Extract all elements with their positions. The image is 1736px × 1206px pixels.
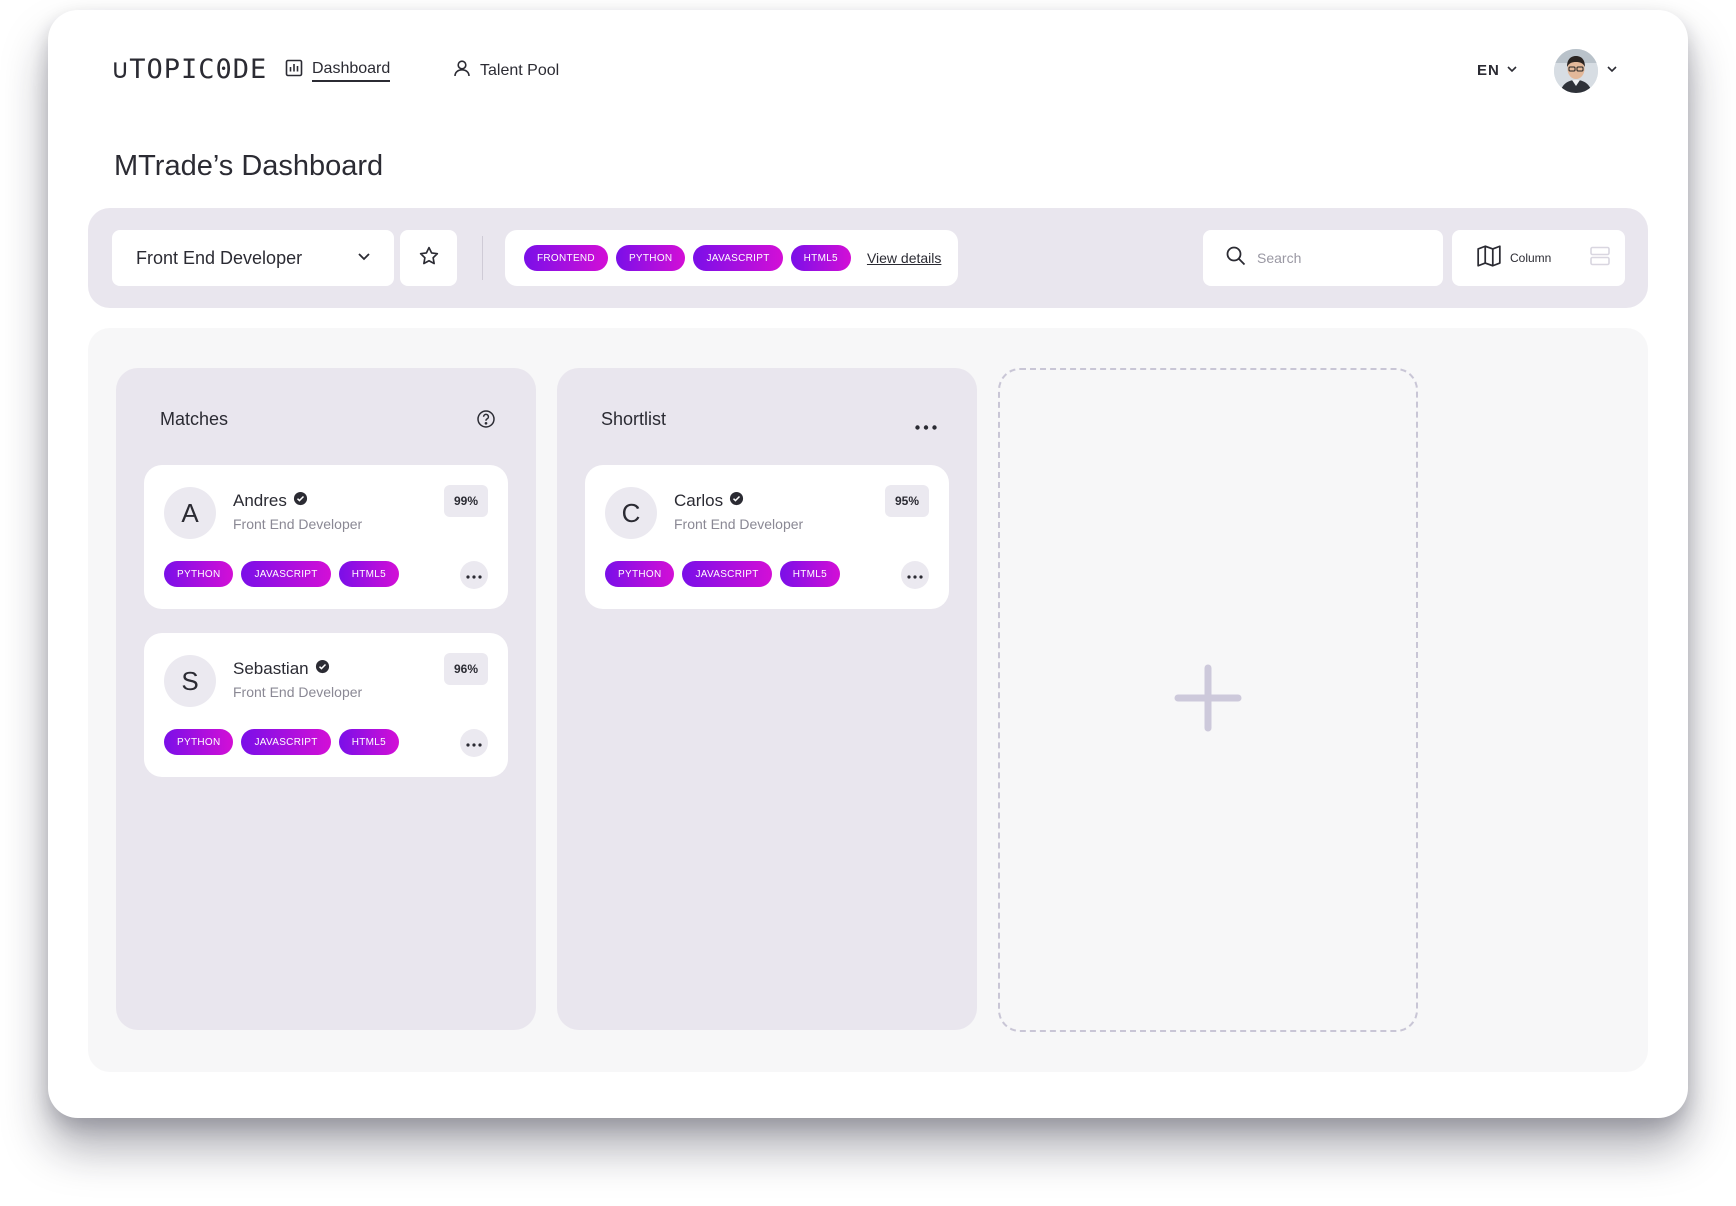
nav-dashboard[interactable]: Dashboard <box>284 58 391 83</box>
column-view-label[interactable]: Column <box>1510 251 1551 265</box>
role-select-value: Front End Developer <box>136 247 303 268</box>
nav-talent-pool[interactable]: Talent Pool <box>452 58 559 83</box>
column-title: Matches <box>160 409 229 429</box>
candidate-avatar: A <box>164 487 216 539</box>
candidate-name-text: Andres <box>233 491 287 510</box>
plus-icon <box>1172 662 1244 739</box>
candidate-role: Front End Developer <box>674 516 804 532</box>
skill-tag: JAVASCRIPT <box>682 561 772 587</box>
chevron-down-icon <box>1506 62 1518 79</box>
page-title: MTrade’s Dashboard <box>114 150 384 182</box>
candidate-card[interactable]: S Sebastian Front End Developer 96% PYTH… <box>144 633 508 777</box>
nav-dashboard-label: Dashboard <box>312 60 391 82</box>
verified-badge-icon <box>729 491 744 511</box>
card-more-button[interactable] <box>901 561 929 589</box>
verified-badge-icon <box>315 659 330 679</box>
candidate-name: Carlos <box>674 491 744 511</box>
chevron-down-icon <box>1606 62 1618 80</box>
match-score-badge: 96% <box>443 653 488 685</box>
filter-toolbar: Front End Developer FRONTEND PYTHON JAVA… <box>88 208 1648 308</box>
candidate-name-text: Sebastian <box>233 659 309 678</box>
candidate-tags: PYTHON JAVASCRIPT HTML5 <box>164 729 399 755</box>
user-menu[interactable] <box>1554 49 1618 93</box>
match-score-badge: 99% <box>443 485 488 517</box>
candidate-card[interactable]: A Andres Front End Developer 99% PYTHON … <box>144 465 508 609</box>
rows-view-icon[interactable] <box>1589 245 1611 272</box>
candidate-avatar: S <box>164 655 216 707</box>
skill-tag: PYTHON <box>615 245 686 271</box>
chevron-down-icon <box>356 248 372 269</box>
more-horizontal-icon[interactable] <box>915 417 937 435</box>
search-input[interactable] <box>1257 250 1427 266</box>
candidate-role: Front End Developer <box>233 516 363 532</box>
nav-talent-pool-label: Talent Pool <box>480 61 560 79</box>
candidate-avatar: C <box>605 487 657 539</box>
more-horizontal-icon <box>466 566 482 584</box>
kanban-board: Matches A Andres Front End Developer 99% <box>88 328 1648 1072</box>
language-label: EN <box>1477 62 1500 79</box>
skill-tag: PYTHON <box>164 729 234 755</box>
skill-tag: JAVASCRIPT <box>241 561 331 587</box>
user-avatar <box>1554 49 1598 93</box>
search-box <box>1203 230 1443 286</box>
column-matches: Matches A Andres Front End Developer 99% <box>116 368 536 1030</box>
language-selector[interactable]: EN <box>1477 62 1518 79</box>
skill-tag: HTML5 <box>338 729 399 755</box>
role-tags: FRONTEND PYTHON JAVASCRIPT HTML5 View de… <box>505 230 958 286</box>
view-mode-toggle: Column <box>1452 230 1625 286</box>
more-horizontal-icon <box>907 566 923 584</box>
column-title: Shortlist <box>601 409 667 429</box>
skill-tag: HTML5 <box>790 245 851 271</box>
skill-tag: FRONTEND <box>524 245 608 271</box>
skill-tag: HTML5 <box>338 561 399 587</box>
verified-badge-icon <box>293 491 308 511</box>
search-icon <box>1225 245 1247 272</box>
card-more-button[interactable] <box>460 729 488 757</box>
skill-tag: PYTHON <box>164 561 234 587</box>
toolbar-divider <box>482 236 483 280</box>
skill-tag: JAVASCRIPT <box>693 245 783 271</box>
help-circle-icon[interactable] <box>476 409 496 434</box>
role-select[interactable]: Front End Developer <box>112 230 394 286</box>
skill-tag: PYTHON <box>605 561 675 587</box>
candidate-role: Front End Developer <box>233 684 363 700</box>
favorite-button[interactable] <box>400 230 457 286</box>
candidate-name-text: Carlos <box>674 491 724 510</box>
candidate-tags: PYTHON JAVASCRIPT HTML5 <box>605 561 840 587</box>
view-details-link[interactable]: View details <box>867 250 941 266</box>
candidate-tags: PYTHON JAVASCRIPT HTML5 <box>164 561 399 587</box>
candidate-card[interactable]: C Carlos Front End Developer 95% PYTHON … <box>585 465 949 609</box>
add-column-button[interactable] <box>998 368 1418 1032</box>
app-window: ∪TOPIC0DE Dashboard Talent Pool EN MTrad… <box>48 10 1688 1118</box>
skill-tag: JAVASCRIPT <box>241 729 331 755</box>
more-horizontal-icon <box>466 734 482 752</box>
brand-logo[interactable]: ∪TOPIC0DE <box>112 54 267 85</box>
card-more-button[interactable] <box>460 561 488 589</box>
skill-tag: HTML5 <box>779 561 840 587</box>
match-score-badge: 95% <box>884 485 929 517</box>
star-icon <box>418 245 440 272</box>
column-shortlist: Shortlist C Carlos Front End Developer 9… <box>557 368 977 1030</box>
candidate-name: Andres <box>233 491 308 511</box>
user-icon <box>452 58 472 83</box>
bar-chart-icon <box>284 58 304 83</box>
candidate-name: Sebastian <box>233 659 330 679</box>
map-icon[interactable] <box>1476 243 1502 274</box>
